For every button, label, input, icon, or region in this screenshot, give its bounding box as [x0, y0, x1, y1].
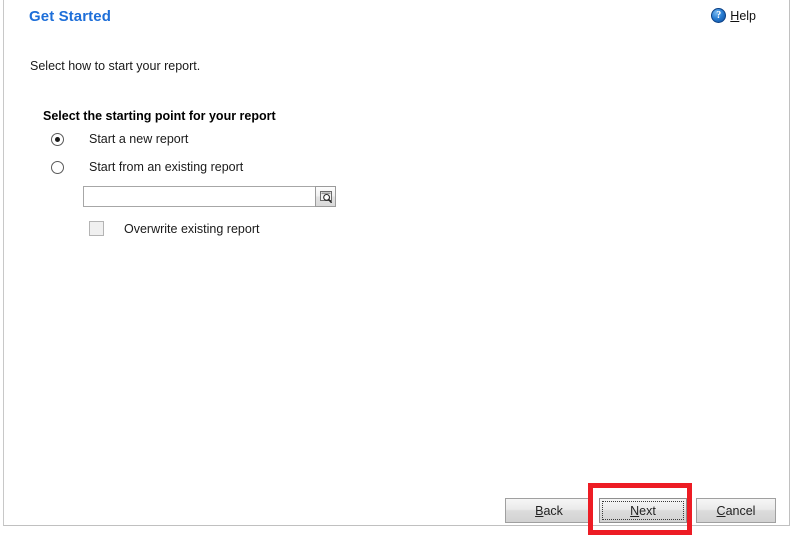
next-accel-letter: N	[630, 503, 640, 518]
report-path-input[interactable]	[83, 186, 336, 207]
next-label-rest: ext	[639, 503, 656, 518]
help-link-label: Help	[730, 9, 756, 23]
help-question-circle-icon: ?	[711, 8, 727, 23]
options-group-label: Select the starting point for your repor…	[43, 109, 276, 123]
browse-search-document-icon	[319, 190, 332, 203]
page-title: Get Started	[29, 8, 111, 25]
radio-label-start-from-existing-report: Start from an existing report	[89, 160, 244, 174]
cancel-button[interactable]: Cancel	[696, 498, 776, 523]
help-label-rest: elp	[739, 8, 756, 23]
radio-option-start-new-report[interactable]: Start a new report	[51, 132, 188, 146]
help-link[interactable]: ? Help	[711, 8, 756, 23]
wizard-window: Get Started ? Help Select how to start y…	[3, 0, 790, 526]
browse-report-button[interactable]	[315, 186, 336, 207]
intro-text: Select how to start your report.	[30, 59, 201, 73]
back-label-rest: ack	[543, 503, 563, 518]
radio-option-start-from-existing-report[interactable]: Start from an existing report	[51, 160, 243, 174]
help-accel-letter: H	[730, 8, 740, 23]
radio-label-start-new-report: Start a new report	[89, 132, 189, 146]
cancel-accel-letter: C	[716, 503, 726, 518]
back-button[interactable]: Back	[505, 498, 593, 523]
next-button[interactable]: Next	[599, 498, 687, 523]
overwrite-existing-report-checkbox[interactable]	[89, 221, 104, 236]
radio-icon-unselected[interactable]	[51, 160, 64, 174]
radio-icon-selected[interactable]	[51, 132, 64, 146]
cancel-label-rest: ancel	[725, 503, 756, 518]
overwrite-existing-report-row[interactable]: Overwrite existing report	[89, 221, 259, 236]
overwrite-existing-report-label: Overwrite existing report	[124, 221, 260, 236]
report-path-field-group	[83, 186, 336, 207]
